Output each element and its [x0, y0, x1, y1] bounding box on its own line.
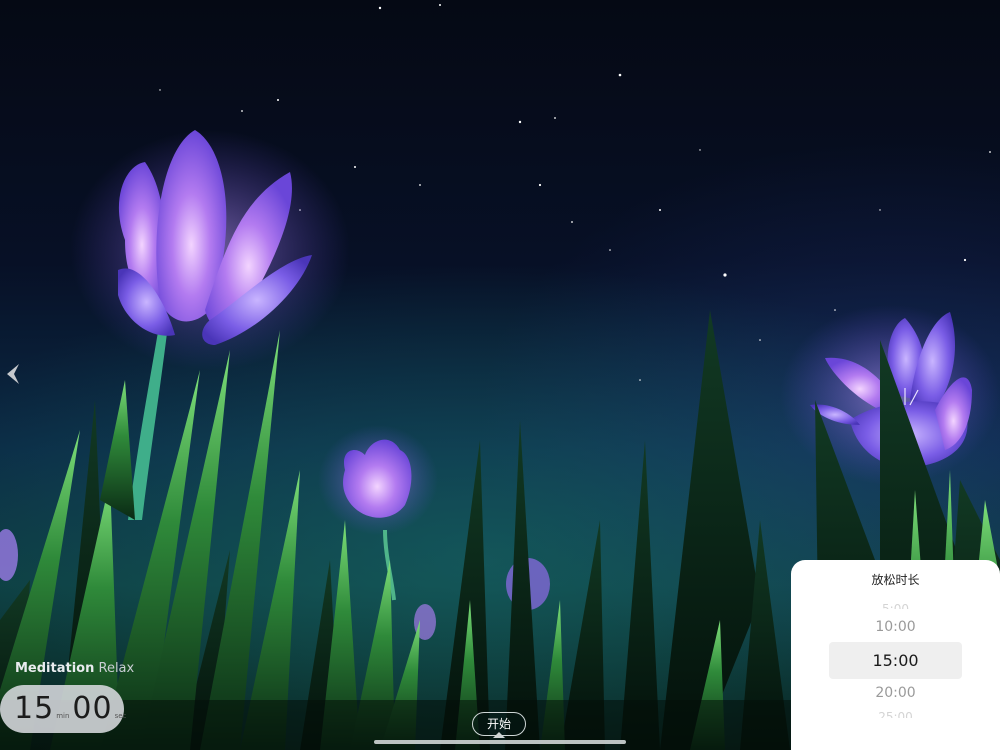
home-indicator[interactable]: [374, 740, 626, 744]
meditation-title: Meditation: [15, 661, 95, 676]
duration-picker-title: 放松时长: [871, 573, 920, 587]
timer-seconds: 00: [72, 691, 113, 726]
duration-option-faded-above[interactable]: 5:00: [791, 600, 1000, 609]
timer-seconds-unit: sec: [114, 712, 127, 720]
meditation-mode-label: Meditation Relax: [15, 661, 134, 676]
duration-option-above[interactable]: 10:00: [791, 619, 1000, 635]
chevron-left-icon[interactable]: [4, 362, 20, 386]
timer-minutes-unit: min: [56, 712, 70, 720]
caret-up-icon: [493, 732, 505, 738]
countdown-timer: 15 min 00 sec: [0, 685, 127, 733]
timer-minutes: 15: [14, 691, 55, 726]
duration-option-faded-below[interactable]: 25:00: [791, 710, 1000, 718]
duration-picker-panel: 放松时长 5:00 10:00 15:00 20:00 25:00: [791, 560, 1000, 750]
meditation-subtitle: Relax: [98, 661, 135, 676]
duration-option-below[interactable]: 20:00: [791, 685, 1000, 701]
duration-option-selected[interactable]: 15:00: [791, 651, 1000, 670]
